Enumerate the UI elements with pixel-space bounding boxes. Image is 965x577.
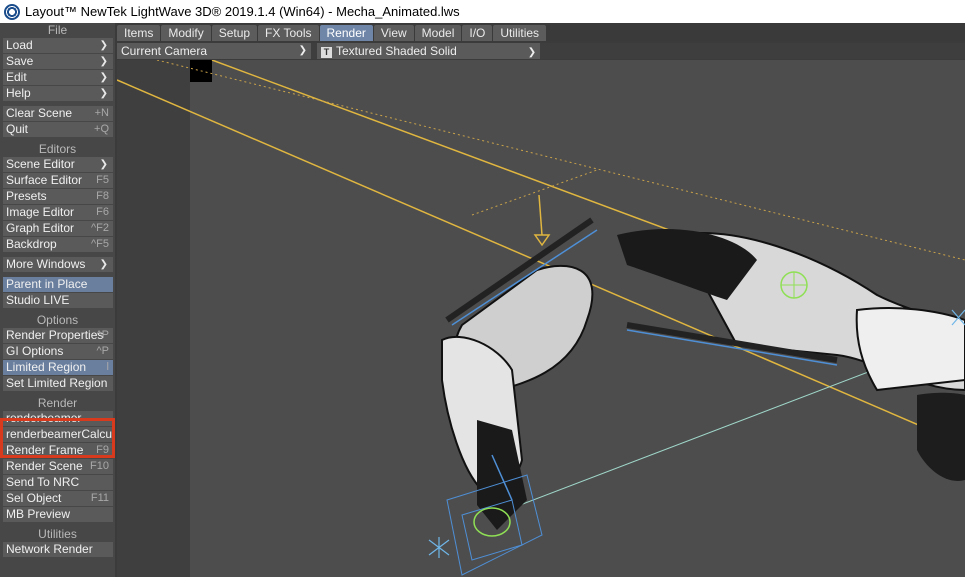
title-bar: Layout™ NewTek LightWave 3D® 2019.1.4 (W…: [0, 0, 965, 23]
shortcut-label: +N: [94, 107, 109, 119]
surface-editor-button[interactable]: Surface Editor F5: [3, 173, 113, 188]
shortcut-label: F10: [90, 460, 109, 472]
studio-live-label: Studio LIVE: [6, 293, 70, 307]
graph-editor-button[interactable]: Graph Editor ^F2: [3, 221, 113, 236]
window-title: Layout™ NewTek LightWave 3D® 2019.1.4 (W…: [25, 4, 460, 19]
shading-dropdown-button[interactable]: ❯: [524, 43, 540, 59]
tab-utilities[interactable]: Utilities: [493, 25, 547, 41]
chevron-down-icon: ❯: [527, 47, 537, 58]
shortcut-label: ^P: [96, 329, 110, 341]
shortcut-label: F11: [90, 492, 109, 504]
quit-button[interactable]: Quit +Q: [3, 122, 113, 137]
image-editor-button[interactable]: Image Editor F6: [3, 205, 113, 220]
render-properties-button[interactable]: Render Properties ^P: [3, 328, 113, 343]
quit-label: Quit: [6, 122, 29, 136]
chevron-down-icon: ❯: [99, 88, 108, 99]
network-render-label: Network Render: [6, 542, 93, 556]
shortcut-label: ^F5: [91, 238, 109, 250]
section-header-render: Render: [37, 396, 78, 410]
help-label: Help: [6, 86, 31, 100]
renderbeamer-highlight-box: [0, 418, 115, 458]
chevron-down-icon: ❯: [298, 45, 307, 56]
section-header-file: File: [47, 23, 68, 37]
tab-render[interactable]: Render: [319, 25, 373, 41]
edit-label: Edit: [6, 70, 27, 84]
chevron-down-icon: ❯: [99, 40, 108, 51]
set-limited-region-label: Set Limited Region: [6, 376, 108, 390]
chevron-down-icon: ❯: [99, 159, 108, 170]
texture-icon: T: [321, 47, 332, 58]
mb-preview-button[interactable]: MB Preview: [3, 507, 113, 522]
scene-render: [117, 60, 965, 577]
tab-fx-tools[interactable]: FX Tools: [258, 25, 319, 41]
graph-editor-label: Graph Editor: [6, 221, 75, 235]
viewport-toolbar: Current Camera ❯ T Textured Shaded Solid …: [117, 43, 965, 59]
presets-button[interactable]: Presets F8: [3, 189, 113, 204]
lightwave-logo-icon: [4, 3, 20, 20]
shading-mode-select[interactable]: T Textured Shaded Solid: [317, 43, 526, 59]
main-tab-bar: Items Modify Setup FX Tools Render View …: [117, 23, 965, 41]
limited-region-label: Limited Region: [6, 360, 87, 374]
send-to-nrc-label: Send To NRC: [6, 475, 80, 489]
shortcut-label: l: [106, 361, 109, 373]
shortcut-label: F6: [96, 206, 109, 218]
shortcut-label: ^P: [96, 345, 110, 357]
backdrop-button[interactable]: Backdrop ^F5: [3, 237, 113, 252]
tab-io[interactable]: I/O: [462, 25, 493, 41]
edit-button[interactable]: Edit ❯: [3, 70, 113, 85]
tab-modify[interactable]: Modify: [161, 25, 211, 41]
more-windows-button[interactable]: More Windows ❯: [3, 257, 113, 272]
render-scene-label: Render Scene: [6, 459, 83, 473]
save-button[interactable]: Save ❯: [3, 54, 113, 69]
parent-in-place-toggle[interactable]: Parent in Place: [3, 277, 113, 292]
sel-object-label: Sel Object: [6, 491, 62, 505]
section-header-editors: Editors: [38, 142, 77, 156]
network-render-button[interactable]: Network Render: [3, 542, 113, 557]
chevron-down-icon: ❯: [99, 259, 108, 270]
image-editor-label: Image Editor: [6, 205, 75, 219]
tab-model[interactable]: Model: [414, 25, 462, 41]
camera-view-select[interactable]: Current Camera ❯: [117, 43, 311, 59]
more-windows-label: More Windows: [6, 257, 86, 271]
shortcut-label: +Q: [94, 123, 109, 135]
sidebar: File Load ❯ Save ❯ Edit ❯ Help ❯ Clear Scene…: [0, 23, 115, 577]
load-label: Load: [6, 38, 33, 52]
load-button[interactable]: Load ❯: [3, 38, 113, 53]
presets-label: Presets: [6, 189, 47, 203]
shortcut-label: F8: [96, 190, 109, 202]
gi-options-label: GI Options: [6, 344, 64, 358]
section-header-utilities: Utilities: [38, 527, 77, 541]
sel-object-button[interactable]: Sel Object F11: [3, 491, 113, 506]
render-scene-button[interactable]: Render Scene F10: [3, 459, 113, 474]
tab-items[interactable]: Items: [117, 25, 161, 41]
backdrop-label: Backdrop: [6, 237, 57, 251]
chevron-down-icon: ❯: [99, 72, 108, 83]
clear-scene-button[interactable]: Clear Scene +N: [3, 106, 113, 121]
save-label: Save: [6, 54, 34, 68]
gi-options-button[interactable]: GI Options ^P: [3, 344, 113, 359]
scene-editor-button[interactable]: Scene Editor ❯: [3, 157, 113, 172]
camera-view-label: Current Camera: [121, 44, 208, 58]
studio-live-button[interactable]: Studio LIVE: [3, 293, 113, 308]
mb-preview-label: MB Preview: [6, 507, 71, 521]
surface-editor-label: Surface Editor: [6, 173, 83, 187]
limited-region-toggle[interactable]: Limited Region l: [3, 360, 113, 375]
3d-viewport[interactable]: [117, 60, 965, 577]
tab-view[interactable]: View: [373, 25, 414, 41]
send-to-nrc-button[interactable]: Send To NRC: [3, 475, 113, 490]
shortcut-label: F5: [96, 174, 109, 186]
chevron-down-icon: ❯: [99, 56, 108, 67]
shortcut-label: ^F2: [91, 222, 109, 234]
scene-editor-label: Scene Editor: [6, 157, 75, 171]
section-header-options: Options: [36, 313, 79, 327]
render-properties-label: Render Properties: [6, 328, 104, 342]
shading-mode-label: Textured Shaded Solid: [336, 44, 457, 58]
tab-setup[interactable]: Setup: [211, 25, 258, 41]
clear-scene-label: Clear Scene: [6, 106, 73, 120]
parent-in-place-label: Parent in Place: [6, 277, 88, 291]
help-button[interactable]: Help ❯: [3, 86, 113, 101]
set-limited-region-button[interactable]: Set Limited Region: [3, 376, 113, 391]
